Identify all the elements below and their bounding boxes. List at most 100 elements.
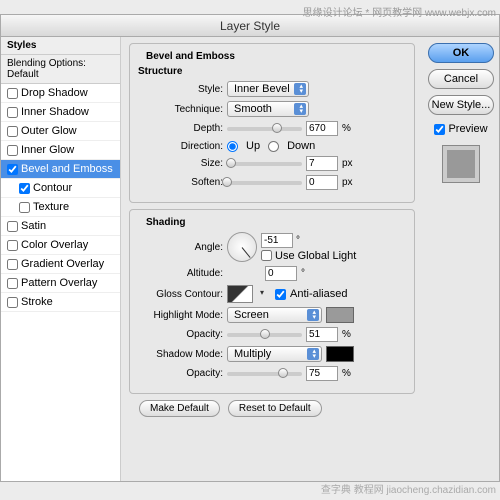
slider-thumb[interactable] — [226, 158, 236, 168]
preview-swatch — [442, 145, 480, 183]
direction-label: Direction: — [138, 141, 223, 152]
down-radio[interactable] — [268, 141, 279, 152]
angle-label: Angle: — [138, 242, 223, 253]
highlight-opacity-slider[interactable] — [227, 333, 302, 337]
bevel-emboss-checkbox[interactable] — [7, 164, 18, 175]
shadow-opacity-input[interactable] — [306, 366, 338, 381]
shadow-color-swatch[interactable] — [326, 346, 354, 362]
layer-style-dialog: Layer Style Styles Blending Options: Def… — [0, 14, 500, 482]
cancel-button[interactable]: Cancel — [428, 69, 494, 89]
style-label: Contour — [33, 182, 72, 194]
global-light-checkbox[interactable] — [261, 250, 272, 261]
depth-input[interactable] — [306, 121, 338, 136]
gloss-contour-label: Gloss Contour: — [138, 289, 223, 300]
drop-shadow-checkbox[interactable] — [7, 88, 18, 99]
slider-thumb[interactable] — [278, 368, 288, 378]
style-satin[interactable]: Satin — [1, 217, 120, 236]
style-color-overlay[interactable]: Color Overlay — [1, 236, 120, 255]
style-gradient-overlay[interactable]: Gradient Overlay — [1, 255, 120, 274]
unit: ° — [301, 268, 305, 279]
sidebar-header[interactable]: Styles — [1, 37, 120, 55]
unit: px — [342, 177, 353, 188]
up-radio[interactable] — [227, 141, 238, 152]
inner-shadow-checkbox[interactable] — [7, 107, 18, 118]
style-label: Pattern Overlay — [21, 277, 97, 289]
style-label: Bevel and Emboss — [21, 163, 113, 175]
dropdown-arrows-icon: ▴▾ — [312, 310, 316, 320]
soften-slider[interactable] — [227, 181, 302, 185]
style-label: Drop Shadow — [21, 87, 88, 99]
gradient-overlay-checkbox[interactable] — [7, 259, 18, 270]
blending-options[interactable]: Blending Options: Default — [1, 55, 120, 84]
default-buttons-row: Make Default Reset to Default — [129, 400, 415, 417]
style-outer-glow[interactable]: Outer Glow — [1, 122, 120, 141]
highlight-mode-value: Screen — [234, 309, 269, 321]
texture-checkbox[interactable] — [19, 202, 30, 213]
technique-value: Smooth — [234, 103, 272, 115]
slider-thumb[interactable] — [260, 329, 270, 339]
reset-default-button[interactable]: Reset to Default — [228, 400, 322, 417]
bevel-title: Bevel and Emboss — [142, 51, 239, 62]
size-label: Size: — [138, 158, 223, 169]
highlight-mode-dropdown[interactable]: Screen ▴▾ — [227, 307, 322, 323]
soften-input[interactable] — [306, 175, 338, 190]
depth-label: Depth: — [138, 123, 223, 134]
make-default-button[interactable]: Make Default — [139, 400, 220, 417]
structure-title: Structure — [138, 66, 406, 77]
pattern-overlay-checkbox[interactable] — [7, 278, 18, 289]
highlight-opacity-input[interactable] — [306, 327, 338, 342]
soften-label: Soften: — [138, 177, 223, 188]
shading-fieldset: Shading Angle: ° Use Global Light Altitu… — [129, 209, 415, 394]
inner-glow-checkbox[interactable] — [7, 145, 18, 156]
new-style-button[interactable]: New Style... — [428, 95, 494, 115]
shadow-opacity-slider[interactable] — [227, 372, 302, 376]
angle-indicator — [242, 247, 251, 258]
style-label: Stroke — [21, 296, 53, 308]
unit: % — [342, 123, 351, 134]
highlight-mode-label: Highlight Mode: — [138, 310, 223, 321]
outer-glow-checkbox[interactable] — [7, 126, 18, 137]
size-slider[interactable] — [227, 162, 302, 166]
shadow-mode-dropdown[interactable]: Multiply▴▾ — [227, 346, 322, 362]
antialiased-checkbox[interactable] — [275, 289, 286, 300]
shadow-opacity-label: Opacity: — [138, 368, 223, 379]
slider-thumb[interactable] — [272, 123, 282, 133]
altitude-input[interactable] — [265, 266, 297, 281]
size-input[interactable] — [306, 156, 338, 171]
angle-dial[interactable] — [227, 232, 257, 262]
dropdown-arrows-icon: ▴▾ — [312, 349, 316, 359]
style-pattern-overlay[interactable]: Pattern Overlay — [1, 274, 120, 293]
antialiased-label: Anti-aliased — [290, 288, 347, 300]
style-label: Satin — [21, 220, 46, 232]
technique-dropdown[interactable]: Smooth▴▾ — [227, 101, 309, 117]
color-overlay-checkbox[interactable] — [7, 240, 18, 251]
style-stroke[interactable]: Stroke — [1, 293, 120, 312]
ok-button[interactable]: OK — [428, 43, 494, 63]
satin-checkbox[interactable] — [7, 221, 18, 232]
gloss-contour-picker[interactable] — [227, 285, 253, 303]
depth-slider[interactable] — [227, 127, 302, 131]
slider-thumb[interactable] — [222, 177, 232, 187]
highlight-color-swatch[interactable] — [326, 307, 354, 323]
style-dropdown[interactable]: Inner Bevel▴▾ — [227, 81, 309, 97]
right-panel: OK Cancel New Style... Preview — [423, 37, 499, 481]
unit: % — [342, 329, 351, 340]
preview-label: Preview — [448, 123, 487, 135]
style-inner-glow[interactable]: Inner Glow — [1, 141, 120, 160]
preview-row: Preview — [434, 123, 487, 135]
style-label: Color Overlay — [21, 239, 88, 251]
preview-checkbox[interactable] — [434, 124, 445, 135]
style-drop-shadow[interactable]: Drop Shadow — [1, 84, 120, 103]
bevel-fieldset: Bevel and Emboss Structure Style: Inner B… — [129, 43, 415, 203]
unit: ° — [296, 235, 300, 246]
contour-checkbox[interactable] — [19, 183, 30, 194]
style-inner-shadow[interactable]: Inner Shadow — [1, 103, 120, 122]
style-texture[interactable]: Texture — [1, 198, 120, 217]
style-bevel-emboss[interactable]: Bevel and Emboss — [1, 160, 120, 179]
unit: % — [342, 368, 351, 379]
highlight-opacity-label: Opacity: — [138, 329, 223, 340]
stroke-checkbox[interactable] — [7, 297, 18, 308]
angle-input[interactable] — [261, 233, 293, 248]
style-label: Style: — [138, 84, 223, 95]
style-contour[interactable]: Contour — [1, 179, 120, 198]
